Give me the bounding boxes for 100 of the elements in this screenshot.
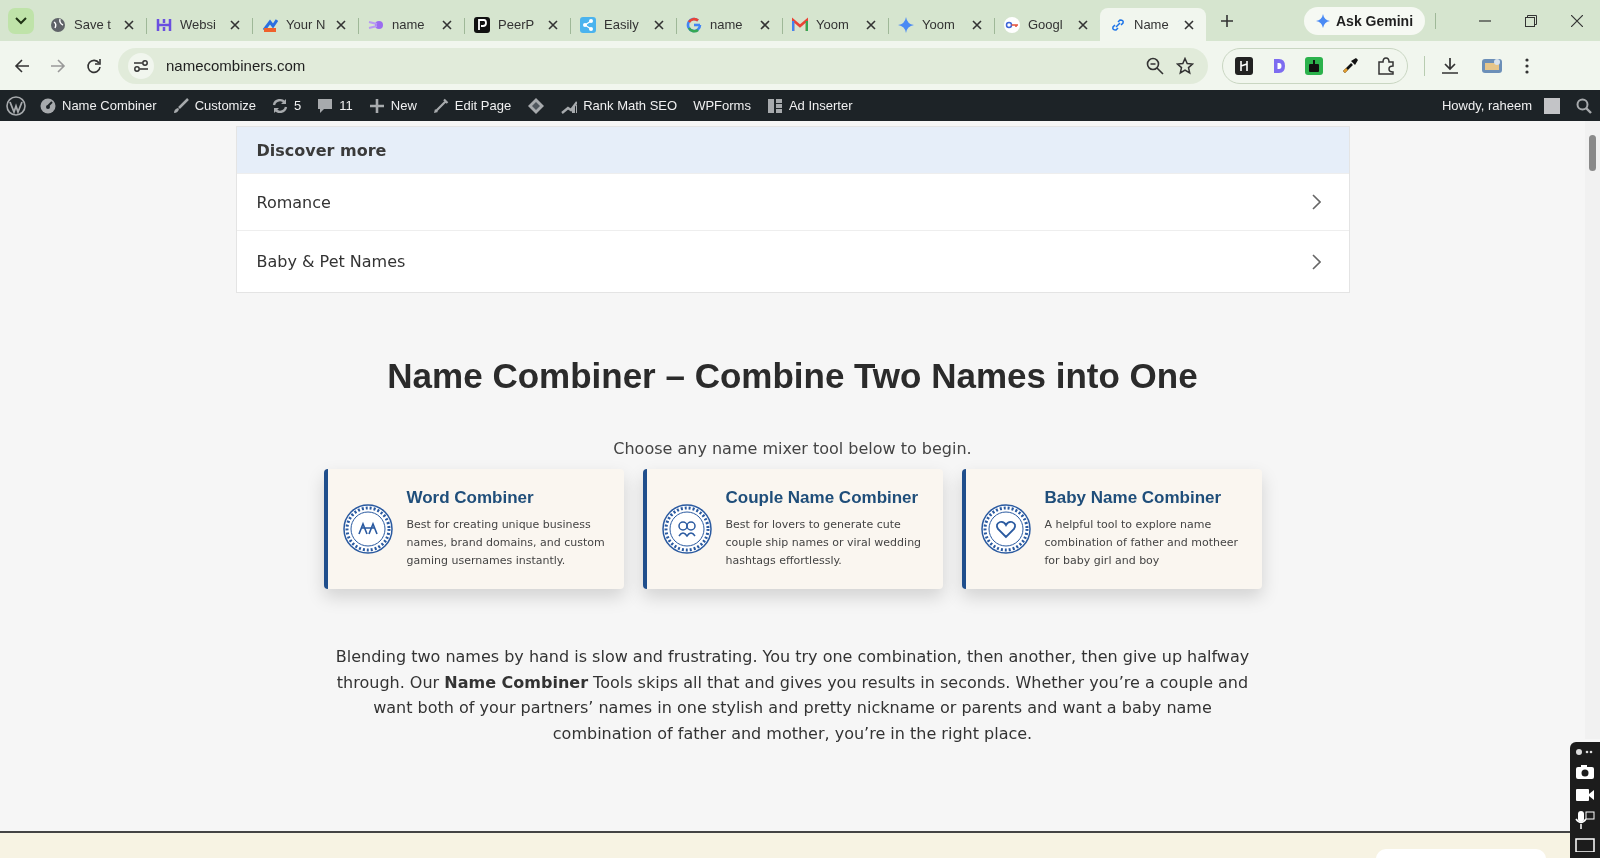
scrollbar-thumb[interactable] [1589,135,1596,171]
close-icon[interactable] [228,17,242,32]
brush-icon [172,97,189,114]
tab-title: name [710,17,744,32]
google-icon [686,16,702,33]
chevron-right-icon [1311,194,1321,210]
close-icon[interactable] [1076,17,1090,32]
tab-title: Name [1134,17,1170,32]
close-icon[interactable] [546,17,560,32]
close-icon[interactable] [652,17,666,32]
page-heading: Name Combiner – Combine Two Names into One [387,356,1198,396]
admin-bar-link[interactable]: 11 [309,90,361,121]
browser-tab[interactable]: name [676,8,782,41]
tab-title: Yoom [816,17,850,32]
back-icon[interactable] [14,57,30,74]
camera-icon[interactable] [1575,764,1595,780]
share-icon [580,16,596,33]
admin-bar-link[interactable]: WPForms [685,90,759,121]
address-bar[interactable]: namecombiners.com [118,47,1208,84]
tab-title: Googl [1028,17,1064,32]
tab-title: name [392,17,426,32]
browser-tab[interactable]: Websi [146,8,252,41]
chevron-down-icon [15,16,27,25]
robot-icon[interactable] [1305,56,1323,75]
close-icon[interactable] [758,17,772,32]
admin-bar-link[interactable]: 5 [264,90,310,121]
dashboard-icon [40,97,56,114]
close-icon[interactable] [440,17,454,32]
site-icon [474,16,490,33]
close-icon[interactable] [1182,17,1196,32]
wordpress-logo[interactable] [6,95,26,116]
discover-item[interactable]: Baby & Pet Names [236,230,1349,292]
sparkle-icon [898,16,914,33]
admin-bar-link[interactable]: Ad Inserter [758,90,861,121]
zoom-icon[interactable] [1146,56,1164,75]
badge-logo-icon [980,504,1031,554]
tab-title: Save t [74,17,112,32]
microphone-icon[interactable] [1575,810,1595,830]
tool-card[interactable]: Word Combiner Best for creating unique business names, brand domains, and custom gaming usernames instantly. [323,469,624,589]
admin-bar-link[interactable]: Name Combiner [32,90,165,121]
profile-icon[interactable] [1481,56,1503,75]
card-title: Word Combiner [406,488,535,508]
refresh-icon [272,97,289,114]
browser-tab[interactable]: Save t [40,8,146,41]
subtitle: Choose any name mixer tool below to begin. [613,439,972,458]
globe-icon [50,16,66,33]
intro-paragraph: Blending two names by hand is slow and frustrating. You try one combination, then another, then give up halfway through. Our Name Combiner Tools skips all that and gives you results in seconds. Whether you’re a couple and want both of your partners’ names in one stylish and pretty nickname or parents and want a baby name combination of father and mother, you’re in the right place. [334,646,1251,745]
panel-title: Discover more [236,127,1349,173]
tab-search-button[interactable] [8,7,34,34]
reload-icon[interactable] [86,57,102,74]
card-description: Best for lovers to generate cute couple ship names or viral wedding hashtags effortlessly. [725,517,923,569]
avatar [1544,97,1560,114]
link-icon [1110,16,1126,33]
site-icon [156,16,172,33]
close-icon[interactable] [864,17,878,32]
menu-icon[interactable] [1525,57,1529,74]
admin-bar-link[interactable]: Rank Math SEO [553,90,686,121]
diamond-icon[interactable] [527,96,546,115]
comment-icon [317,97,334,114]
close-icon[interactable] [334,17,348,32]
discover-item[interactable]: Romance [236,173,1349,230]
badge-logo-icon [342,504,393,554]
browser-tab[interactable]: name [358,8,464,41]
browser-tab[interactable]: Your N [252,8,358,41]
grid-icon [766,97,783,114]
tool-card[interactable]: Baby Name Combiner A helpful tool to explore name combination of father and motheer for baby girl and boy [961,469,1262,589]
ask-button[interactable]: Ask Gemini [1304,6,1426,35]
extension-icon[interactable] [1235,56,1253,75]
admin-bar-link[interactable]: New [360,90,425,121]
close-icon[interactable] [970,17,984,32]
forward-icon[interactable] [50,57,66,74]
close-icon[interactable] [1571,14,1583,27]
card-title: Couple Name Combiner [725,488,920,508]
window-icon[interactable] [1575,838,1595,852]
star-icon[interactable] [1176,56,1194,75]
restore-icon[interactable] [1525,14,1537,27]
more-icon[interactable] [1575,748,1595,756]
video-icon[interactable] [1575,788,1595,802]
site-info-button[interactable] [128,52,154,79]
tab-title: Your N [286,17,326,32]
search-icon[interactable] [1576,97,1592,114]
browser-tab[interactable]: Googl [994,8,1100,41]
account-menu[interactable]: Howdy, raheem [1433,90,1568,121]
card-description: A helpful tool to explore name combination of father and motheer for baby girl and boy [1044,517,1240,569]
card-description: Best for creating unique business names, brand domains, and custom gaming usernames instantly. [406,517,606,569]
close-icon[interactable] [122,17,136,32]
admin-bar-link[interactable]: Edit Page [424,90,520,121]
browser-tab[interactable]: Yoom [782,8,888,41]
sliders-icon [133,58,149,73]
eyedropper-icon[interactable] [1341,56,1359,75]
browser-tab[interactable]: PeerP [464,8,570,41]
admin-bar-link[interactable]: Customize [164,90,265,121]
browser-tab[interactable]: Name [1100,8,1206,41]
download-icon[interactable] [1441,56,1459,75]
browser-tab[interactable]: Easily [570,8,676,41]
tool-card[interactable]: Couple Name Combiner Best for lovers to generate cute couple ship names or viral wedding hashtags effortlessly. [642,469,943,589]
puzzle-icon[interactable] [1377,56,1395,75]
scrollbar[interactable] [1585,121,1600,739]
plus-icon[interactable] [1220,13,1234,28]
browser-tab[interactable]: Yoom [888,8,994,41]
